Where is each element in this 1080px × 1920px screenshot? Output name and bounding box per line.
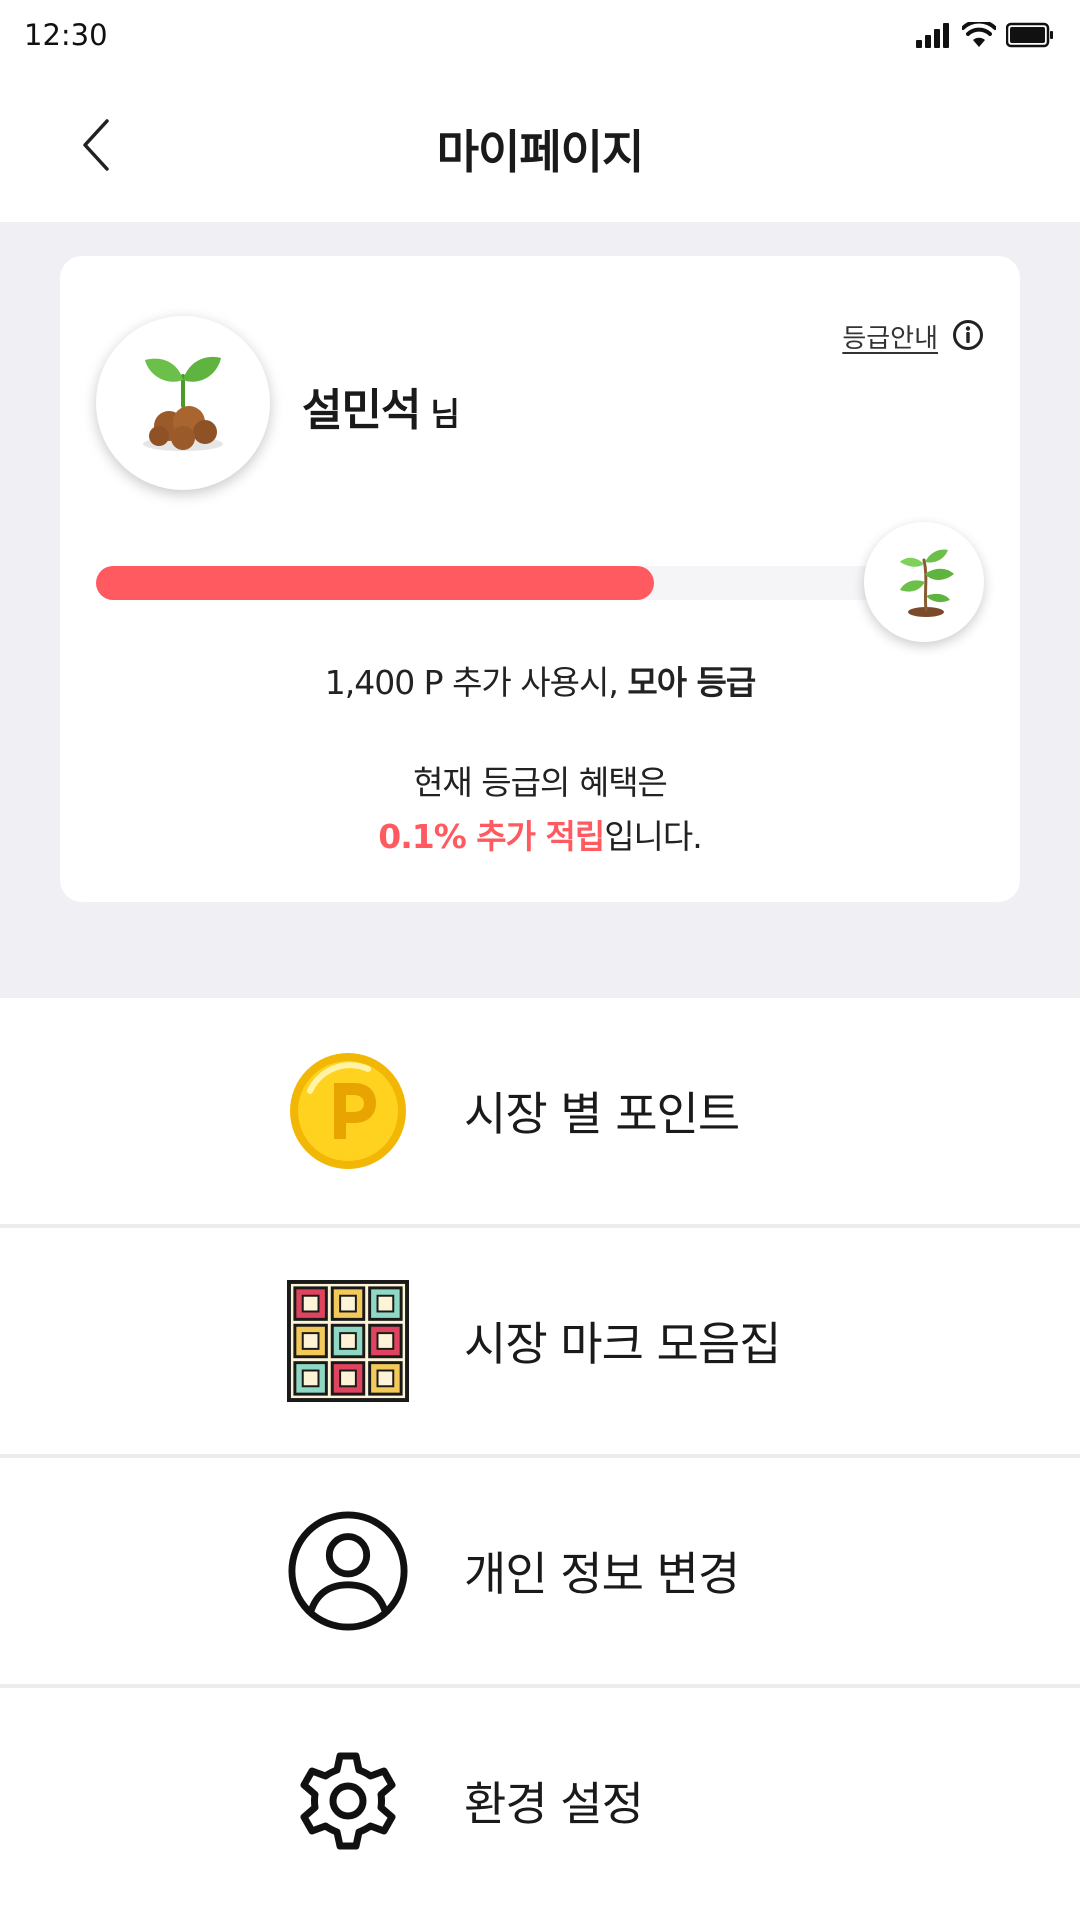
menu-label: 시장 마크 모음집 xyxy=(464,1317,781,1371)
user-name-suffix: 님 xyxy=(430,395,460,433)
benefit-highlight: 0.1% 추가 적립 xyxy=(378,817,605,856)
menu-item-settings[interactable]: 환경 설정 xyxy=(0,1688,1080,1914)
gear-icon xyxy=(287,1740,409,1862)
grade-card: 등급안내 설민석 님 1,400 P 추가 사용시, 모아 등급 현재 등급의 … xyxy=(60,256,1020,902)
menu-item-market-stamps[interactable]: 시장 마크 모음집 xyxy=(0,1228,1080,1458)
benefit-suffix: 입니다. xyxy=(604,817,703,856)
menu-label: 개인 정보 변경 xyxy=(464,1547,740,1601)
status-icons xyxy=(916,19,1054,52)
menu-label: 환경 설정 xyxy=(464,1777,644,1831)
benefit-text: 현재 등급의 혜택은 0.1% 추가 적립입니다. xyxy=(60,756,1020,864)
menu-list: 시장 별 포인트 시장 마크 모음집 개인 정보 변경 환경 설정 xyxy=(0,998,1080,1914)
grade-guide-label: 등급안내 xyxy=(842,324,938,354)
menu-label: 시장 별 포인트 xyxy=(464,1087,740,1141)
stamp-grid-icon xyxy=(287,1280,409,1402)
grade-guide-link[interactable]: 등급안내 xyxy=(842,318,984,355)
next-grade-prefix: 1,400 P 추가 사용시, xyxy=(324,663,628,702)
next-grade-badge xyxy=(864,522,984,642)
menu-item-edit-profile[interactable]: 개인 정보 변경 xyxy=(0,1458,1080,1688)
signal-icon xyxy=(916,22,952,52)
young-plant-icon xyxy=(884,540,964,624)
menu-item-market-points[interactable]: 시장 별 포인트 xyxy=(0,998,1080,1228)
next-grade-name: 모아 등급 xyxy=(627,663,756,702)
grade-summary-area: 등급안내 설민석 님 1,400 P 추가 사용시, 모아 등급 현재 등급의 … xyxy=(0,222,1080,998)
wifi-icon xyxy=(961,19,997,52)
status-bar: 12:30 xyxy=(0,0,1080,72)
status-time: 12:30 xyxy=(24,18,108,52)
grade-progress-fill xyxy=(96,566,654,600)
next-grade-text: 1,400 P 추가 사용시, 모아 등급 xyxy=(60,656,1020,704)
avatar xyxy=(96,316,270,490)
header: 마이페이지 xyxy=(0,72,1080,222)
battery-icon xyxy=(1005,22,1054,52)
sprout-icon xyxy=(133,346,233,460)
benefit-line1: 현재 등급의 혜택은 xyxy=(413,763,668,802)
user-name-row: 설민석 님 xyxy=(302,374,460,438)
page-title: 마이페이지 xyxy=(436,125,645,179)
point-coin-icon xyxy=(287,1050,409,1172)
info-icon xyxy=(952,319,984,355)
grade-progress-bar xyxy=(96,566,916,600)
user-name: 설민석 xyxy=(302,385,421,436)
user-profile-icon xyxy=(287,1510,409,1632)
